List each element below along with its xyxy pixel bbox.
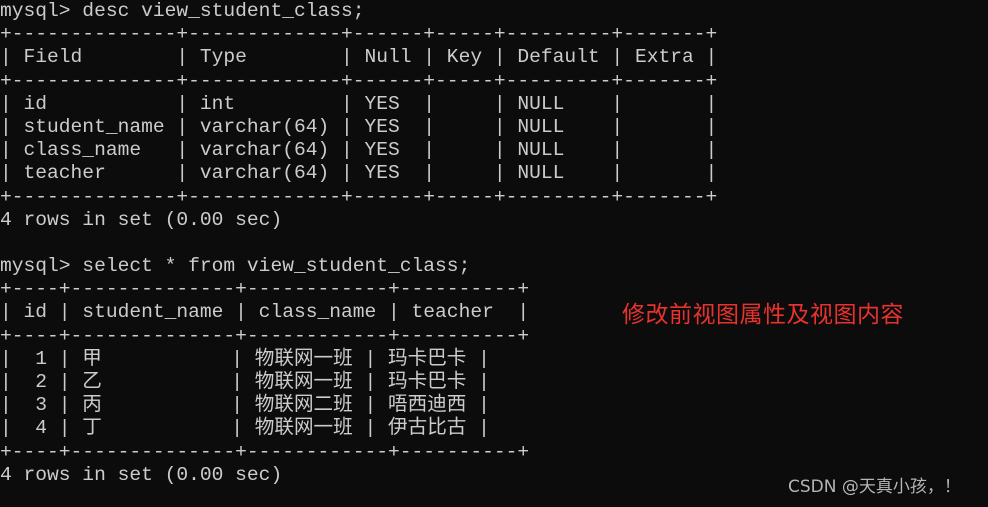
table-row: | 3 | 丙 | 物联网二班 | 唔西迪西 | xyxy=(0,394,490,417)
csdn-watermark: CSDN @天真小孩，！ xyxy=(788,477,961,497)
table-header: | id | student_name | class_name | teach… xyxy=(0,301,530,324)
table-row: | class_name | varchar(64) | YES | | NUL… xyxy=(0,139,718,162)
table-row: | 1 | 甲 | 物联网一班 | 玛卡巴卡 | xyxy=(0,347,490,370)
table-header: | Field | Type | Null | Key | Default | … xyxy=(0,46,718,69)
table-border: +----+--------------+------------+------… xyxy=(0,440,530,463)
table-row: | student_name | varchar(64) | YES | | N… xyxy=(0,115,718,138)
table-border: +--------------+-------------+------+---… xyxy=(0,69,718,92)
table-row: | id | int | YES | | NULL | | xyxy=(0,92,718,115)
command-line: mysql> select * from view_student_class; xyxy=(0,255,471,278)
command-line: mysql> desc view_student_class; xyxy=(0,0,365,22)
table-row: | 4 | 丁 | 物联网一班 | 伊古比古 | xyxy=(0,417,490,440)
table-border: +----+--------------+------------+------… xyxy=(0,278,530,301)
table-row: | 2 | 乙 | 物联网一班 | 玛卡巴卡 | xyxy=(0,371,490,393)
terminal-output: mysql> desc view_student_class; +--------… xyxy=(0,0,717,487)
result-status: 4 rows in set (0.00 sec) xyxy=(0,463,283,486)
table-border: +--------------+-------------+------+---… xyxy=(0,23,718,46)
result-status: 4 rows in set (0.00 sec) xyxy=(0,208,283,231)
table-border: +----+--------------+------------+------… xyxy=(0,324,530,347)
table-row: | teacher | varchar(64) | YES | | NULL |… xyxy=(0,162,718,185)
table-border: +--------------+-------------+------+---… xyxy=(0,185,718,208)
annotation-label: 修改前视图属性及视图内容 xyxy=(622,302,904,328)
